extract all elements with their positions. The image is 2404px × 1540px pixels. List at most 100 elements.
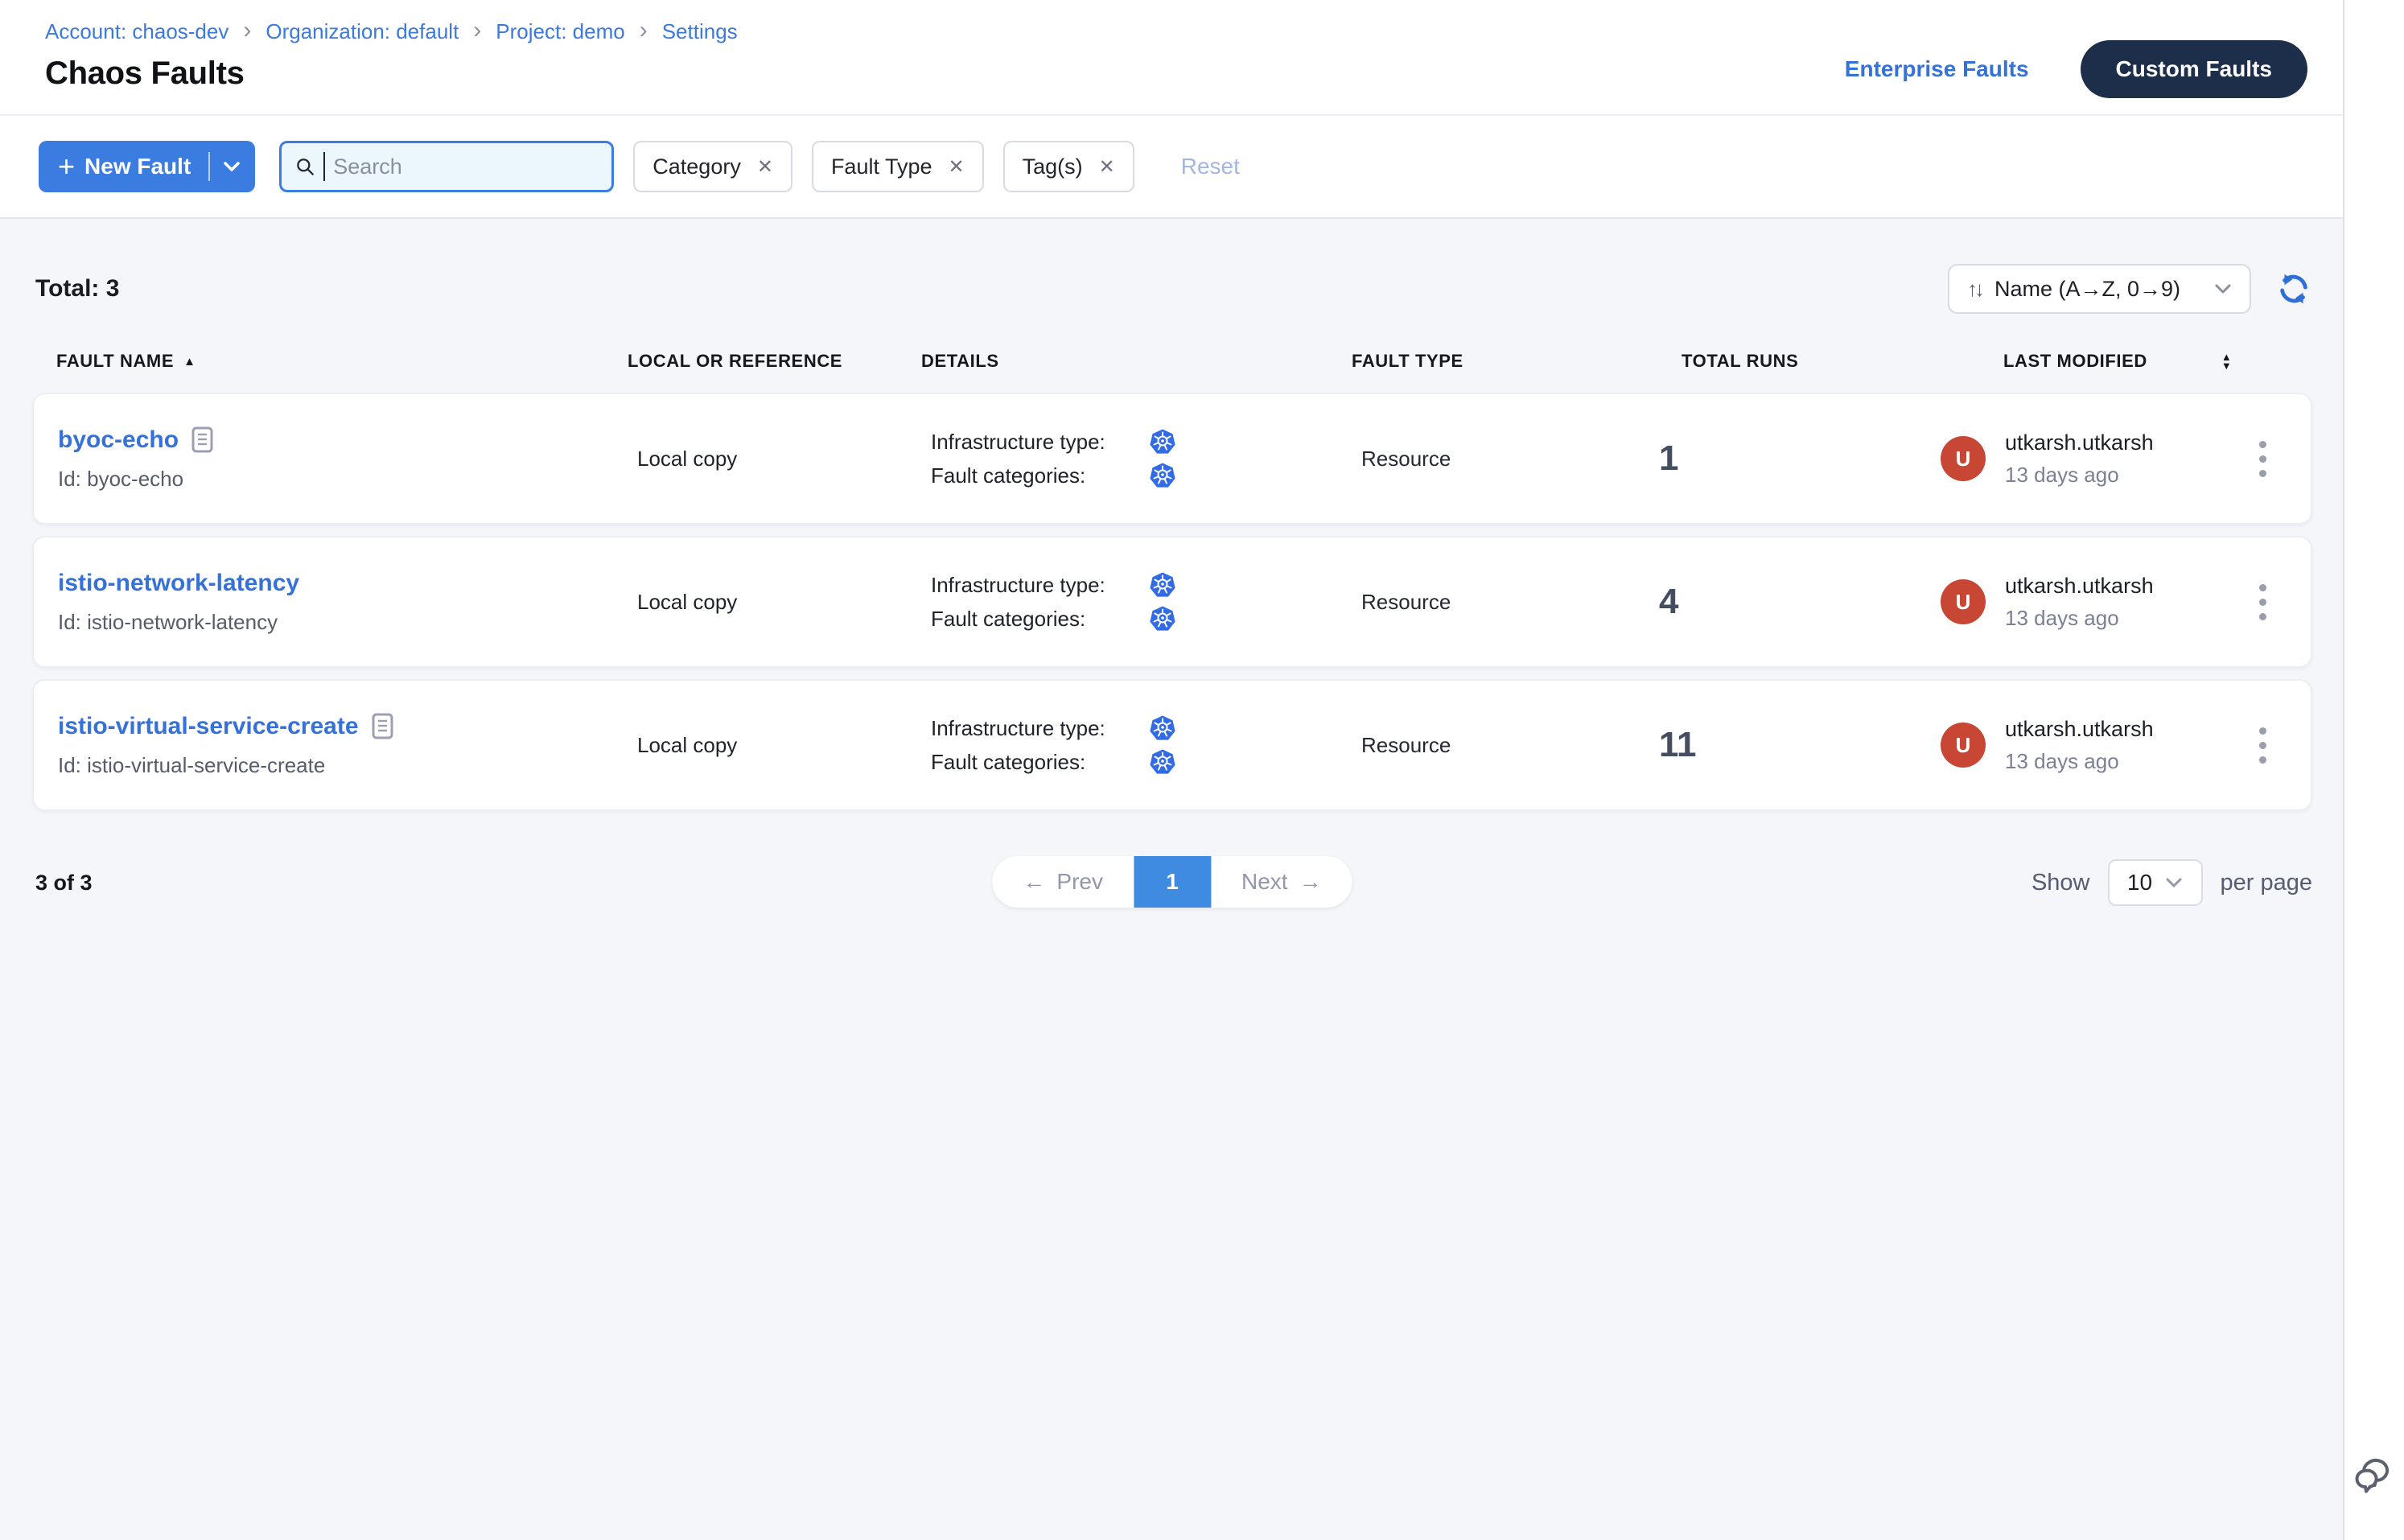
new-fault-button[interactable]: + New Fault bbox=[39, 141, 255, 192]
column-header-fault-name[interactable]: FAULT NAME ▲ bbox=[56, 351, 628, 372]
prev-label: Prev bbox=[1056, 869, 1103, 895]
chevron-down-icon[interactable] bbox=[223, 160, 241, 173]
prev-page-button[interactable]: ← Prev bbox=[992, 856, 1134, 908]
total-runs-cell: 1 bbox=[1659, 439, 1941, 479]
right-gutter bbox=[2343, 0, 2404, 1540]
current-page-button[interactable]: 1 bbox=[1134, 856, 1211, 908]
remove-filter-icon[interactable]: ✕ bbox=[949, 155, 965, 179]
sort-ascending-icon: ▲ bbox=[183, 355, 196, 369]
fault-name-link[interactable]: istio-network-latency bbox=[58, 570, 299, 597]
fault-categories-label: Fault categories: bbox=[931, 463, 1150, 488]
button-divider bbox=[208, 152, 210, 181]
main-column: Account: chaos-dev › Organization: defau… bbox=[0, 0, 2343, 1540]
chevron-down-icon bbox=[2214, 283, 2232, 295]
kubernetes-icon bbox=[1150, 572, 1175, 598]
refresh-button[interactable] bbox=[2275, 270, 2312, 307]
text-caret bbox=[323, 152, 325, 181]
column-header-total-runs: TOTAL RUNS bbox=[1657, 351, 1939, 372]
modified-date: 13 days ago bbox=[2005, 463, 2154, 488]
column-header-label: LAST MODIFIED bbox=[1939, 351, 2147, 372]
search-box[interactable] bbox=[279, 141, 614, 192]
reset-filters-link[interactable]: Reset bbox=[1181, 154, 1240, 179]
row-menu-button[interactable] bbox=[2259, 441, 2266, 477]
column-header-label: DETAILS bbox=[921, 351, 999, 372]
fault-name-cell: istio-virtual-service-create Id: istio-v… bbox=[58, 713, 629, 778]
column-header-label: LOCAL OR REFERENCE bbox=[628, 351, 842, 372]
total-row: Total: 3 ↑↓ Name (A→Z, 0→9) bbox=[32, 219, 2312, 314]
table-row[interactable]: byoc-echo Id: byoc-echo Local copy Infra… bbox=[32, 393, 2312, 525]
sort-direction-icon: ↑↓ bbox=[1967, 277, 1982, 302]
fault-name-link[interactable]: istio-virtual-service-create bbox=[58, 713, 359, 740]
remove-filter-icon[interactable]: ✕ bbox=[757, 155, 773, 179]
per-page-area: Show 10 per page bbox=[2031, 859, 2312, 906]
breadcrumb-separator-icon: › bbox=[473, 20, 481, 41]
local-or-reference-cell: Local copy bbox=[629, 590, 923, 615]
manifest-doc-icon[interactable] bbox=[372, 713, 393, 739]
chat-bubbles-icon bbox=[2351, 1451, 2396, 1497]
modified-by-user: utkarsh.utkarsh bbox=[2005, 430, 2154, 455]
column-header-label: FAULT NAME bbox=[56, 351, 174, 372]
kubernetes-icon bbox=[1150, 463, 1175, 488]
chevron-down-icon bbox=[2165, 877, 2183, 889]
modified-date: 13 days ago bbox=[2005, 749, 2154, 774]
fault-type-cell: Resource bbox=[1353, 733, 1659, 758]
next-page-button[interactable]: Next → bbox=[1211, 856, 1352, 908]
column-header-last-modified[interactable]: LAST MODIFIED ▲▼ bbox=[1939, 351, 2235, 372]
breadcrumb-separator-icon: › bbox=[243, 20, 251, 41]
fault-type-cell: Resource bbox=[1353, 447, 1659, 471]
table-row[interactable]: istio-virtual-service-create Id: istio-v… bbox=[32, 679, 2312, 811]
page-header: Account: chaos-dev › Organization: defau… bbox=[0, 0, 2343, 116]
avatar: U bbox=[1941, 436, 1986, 481]
filter-chip-tags[interactable]: Tag(s) ✕ bbox=[1003, 141, 1134, 192]
modified-by-user: utkarsh.utkarsh bbox=[2005, 717, 2154, 742]
local-or-reference-cell: Local copy bbox=[629, 447, 923, 471]
search-input[interactable] bbox=[333, 154, 599, 179]
avatar: U bbox=[1941, 723, 1986, 768]
breadcrumb-organization-link[interactable]: Organization: default bbox=[266, 19, 459, 44]
custom-faults-button[interactable]: Custom Faults bbox=[2081, 40, 2307, 98]
fault-name-link[interactable]: byoc-echo bbox=[58, 426, 179, 454]
row-menu-button[interactable] bbox=[2259, 584, 2266, 620]
per-page-select[interactable]: 10 bbox=[2108, 859, 2203, 906]
arrow-right-icon: → bbox=[1299, 869, 1322, 895]
manifest-doc-icon[interactable] bbox=[191, 426, 213, 453]
fault-id-label: Id: istio-virtual-service-create bbox=[58, 753, 629, 778]
show-label: Show bbox=[2031, 870, 2090, 896]
last-modified-cell: U utkarsh.utkarsh 13 days ago bbox=[1941, 574, 2237, 631]
pagination-row: 3 of 3 ← Prev 1 Next → Show 10 bbox=[32, 856, 2312, 909]
table-row[interactable]: istio-network-latency Id: istio-network-… bbox=[32, 536, 2312, 668]
new-fault-label: New Fault bbox=[84, 154, 191, 179]
column-header-details: DETAILS bbox=[921, 351, 1352, 372]
breadcrumb-settings-link[interactable]: Settings bbox=[662, 19, 738, 44]
fault-id-label: Id: istio-network-latency bbox=[58, 610, 629, 635]
local-or-reference-cell: Local copy bbox=[629, 733, 923, 758]
page-range-label: 3 of 3 bbox=[32, 871, 93, 896]
fault-name-cell: byoc-echo Id: byoc-echo bbox=[58, 426, 629, 492]
fault-name-cell: istio-network-latency Id: istio-network-… bbox=[58, 570, 629, 635]
details-cell: Infrastructure type: Fault categories: bbox=[923, 429, 1353, 488]
enterprise-faults-link[interactable]: Enterprise Faults bbox=[1845, 56, 2029, 82]
column-header-local-or-reference: LOCAL OR REFERENCE bbox=[628, 351, 921, 372]
avatar: U bbox=[1941, 579, 1986, 624]
per-page-label: per page bbox=[2221, 870, 2313, 896]
toolbar: + New Fault Category ✕ Fault bbox=[0, 116, 2343, 219]
infrastructure-type-label: Infrastructure type: bbox=[931, 430, 1150, 455]
content-area: Total: 3 ↑↓ Name (A→Z, 0→9) bbox=[0, 219, 2343, 1540]
last-modified-cell: U utkarsh.utkarsh 13 days ago bbox=[1941, 717, 2237, 774]
filter-chip-fault-type[interactable]: Fault Type ✕ bbox=[812, 141, 984, 192]
search-icon bbox=[294, 154, 315, 179]
sort-select[interactable]: ↑↓ Name (A→Z, 0→9) bbox=[1948, 264, 2251, 314]
breadcrumb-account-link[interactable]: Account: chaos-dev bbox=[45, 19, 228, 44]
support-chat-button[interactable] bbox=[2351, 1451, 2396, 1497]
filter-chip-category[interactable]: Category ✕ bbox=[633, 141, 792, 192]
sort-both-icon: ▲▼ bbox=[2157, 352, 2232, 370]
row-menu-button[interactable] bbox=[2259, 727, 2266, 764]
header-actions: Enterprise Faults Custom Faults bbox=[1845, 40, 2307, 98]
fault-categories-label: Fault categories: bbox=[931, 607, 1150, 632]
breadcrumb-project-link[interactable]: Project: demo bbox=[496, 19, 624, 44]
pager: ← Prev 1 Next → bbox=[992, 856, 1352, 908]
fault-categories-label: Fault categories: bbox=[931, 750, 1150, 775]
sort-select-value: Name (A→Z, 0→9) bbox=[1994, 277, 2180, 302]
last-modified-cell: U utkarsh.utkarsh 13 days ago bbox=[1941, 430, 2237, 488]
remove-filter-icon[interactable]: ✕ bbox=[1099, 155, 1115, 179]
